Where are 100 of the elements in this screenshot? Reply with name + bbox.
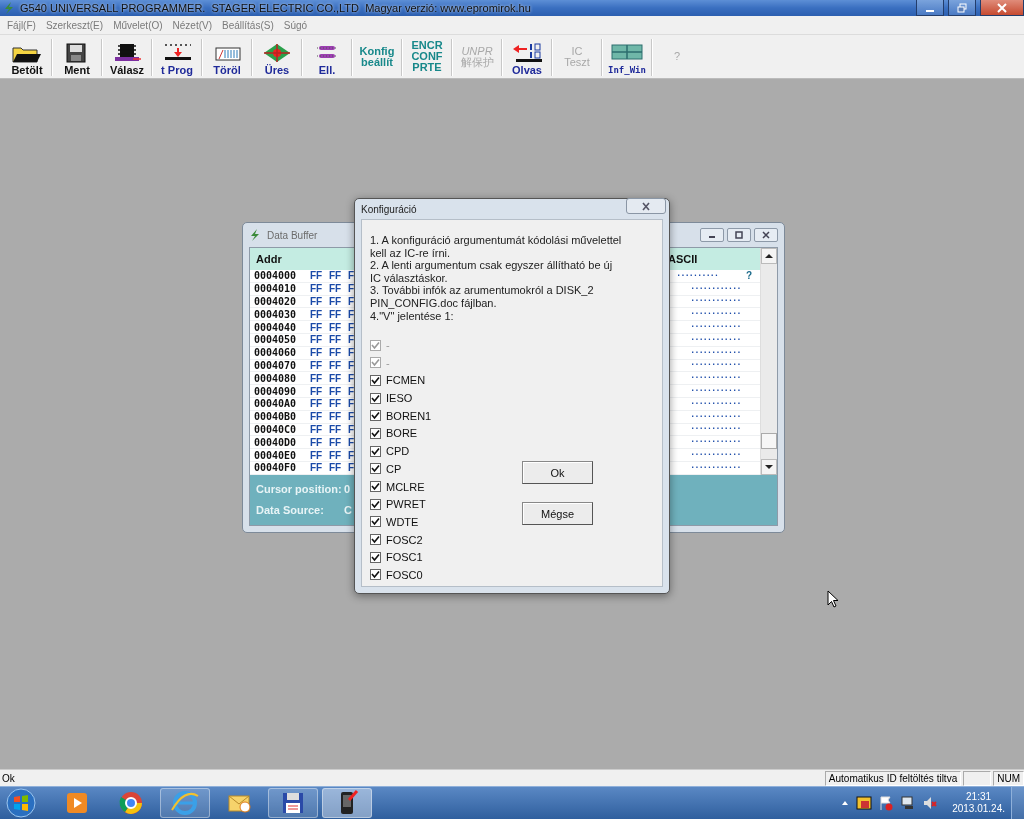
toolbar-button[interactable]: t Prog xyxy=(153,37,201,78)
dialog-button[interactable]: Ok xyxy=(522,461,593,485)
menu-item[interactable]: Nézet(V) xyxy=(167,19,218,31)
table-cell-text: FF xyxy=(310,462,324,474)
table-cell-text: F xyxy=(348,385,356,397)
checkbox[interactable] xyxy=(370,516,381,528)
table-cell-text: FF xyxy=(329,270,343,282)
table-cell-text: FF xyxy=(329,385,343,397)
checkbox[interactable] xyxy=(370,374,381,386)
toolbar-button[interactable]: Üres xyxy=(253,37,301,78)
table-cell-text: FF xyxy=(329,436,343,448)
table-cell-text: ............ xyxy=(690,371,742,382)
checkbox[interactable] xyxy=(370,498,381,510)
toolbar-button[interactable]: Ment xyxy=(53,37,101,78)
clock-time: 21:31 xyxy=(966,791,992,803)
checkbox-option[interactable]: MCLRE xyxy=(370,477,522,496)
table-cell-text: F xyxy=(348,347,356,359)
close-button[interactable] xyxy=(980,0,1024,16)
scrollbar[interactable] xyxy=(760,248,777,475)
toolbar-button[interactable]: Ell. xyxy=(303,37,351,78)
table-cell-text: 0004030 xyxy=(254,308,298,320)
start-button-icon[interactable] xyxy=(4,787,38,819)
table-cell-text: F xyxy=(348,321,356,333)
table-cell-text: F xyxy=(348,270,356,282)
table-cell-text: ............ xyxy=(690,320,742,331)
toolbar-button[interactable]: Töröl xyxy=(203,37,251,78)
checkbox[interactable] xyxy=(370,427,381,439)
checkbox[interactable] xyxy=(370,481,381,492)
table-cell-text: FF xyxy=(310,283,324,295)
checkbox-option[interactable]: FOSC0 xyxy=(370,566,522,584)
checkbox[interactable] xyxy=(370,410,381,422)
restore-button[interactable] xyxy=(948,0,976,16)
table-cell-text: FF xyxy=(329,372,343,384)
toolbar-button[interactable]: Olvas xyxy=(503,37,551,78)
menu-item[interactable]: Fájl(F) xyxy=(2,19,41,31)
taskbar-button[interactable] xyxy=(322,788,372,818)
taskbar-button[interactable] xyxy=(268,788,318,818)
checkbox[interactable] xyxy=(370,569,381,581)
dialog-button[interactable]: Mégse xyxy=(522,502,593,526)
menu-item[interactable]: Művelet(O) xyxy=(108,19,168,31)
table-cell-text: 00040C0 xyxy=(254,423,298,435)
table-cell-text: 0004050 xyxy=(254,334,298,346)
flag-alert-icon[interactable] xyxy=(878,795,895,811)
dialog-title: Konfiguráció xyxy=(361,203,417,215)
table-cell-text: 00040D0 xyxy=(254,436,298,448)
window-title: G540 UNIVERSALL PROGRAMMER. STAGER ELECTRIC CO.,LTD Magyar verzió: www.epromirok.hu xyxy=(20,2,531,14)
toolbar-button[interactable]: Válasz xyxy=(103,37,151,78)
checkbox-option[interactable]: CPD xyxy=(370,442,522,460)
maximize-button[interactable] xyxy=(727,228,751,242)
table-cell-text: FF xyxy=(310,449,324,461)
table-cell-text: F xyxy=(348,462,356,474)
minimize-icon xyxy=(926,9,934,12)
column-header: Addr xyxy=(256,253,282,265)
table-cell-text: FF xyxy=(329,449,343,461)
close-icon xyxy=(761,231,771,239)
menu-item[interactable]: Beállítás(S) xyxy=(217,19,279,31)
table-cell-text: F xyxy=(348,372,356,384)
table-cell-text: FF xyxy=(310,398,324,410)
table-cell-text: 00040B0 xyxy=(254,411,298,423)
table-cell-text: F xyxy=(348,334,356,346)
checkbox-option[interactable]: BOREN1 xyxy=(370,406,522,425)
toolbar-button[interactable]: Inf_Win xyxy=(603,37,651,78)
close-button[interactable] xyxy=(754,228,778,242)
minimize-button[interactable] xyxy=(916,0,944,16)
checkbox[interactable] xyxy=(370,534,381,546)
checkbox-option[interactable]: PWRET xyxy=(370,495,522,514)
table-cell-text: ............ xyxy=(690,358,742,369)
table-cell-text: 0004060 xyxy=(254,347,298,359)
checkbox-option[interactable]: FOSC2 xyxy=(370,530,522,549)
table-cell-text: ............ xyxy=(690,435,742,446)
volume-muted-icon[interactable] xyxy=(922,795,939,811)
checkbox[interactable] xyxy=(370,551,381,563)
toolbar-button[interactable]: Konfig beállít xyxy=(353,37,401,78)
menu-item[interactable]: Szerkeszt(E) xyxy=(40,19,109,31)
toolbar-button[interactable]: ENCR CONF PRTE xyxy=(403,37,451,78)
table-cell-text: FF xyxy=(329,398,343,410)
checkbox-option[interactable]: BORE xyxy=(370,424,522,443)
checkbox[interactable] xyxy=(370,463,381,475)
menu-item[interactable]: Súgó xyxy=(278,19,313,31)
toolbar-button[interactable]: Betölt xyxy=(3,37,51,78)
table-cell-text: FF xyxy=(310,270,324,282)
checkbox-option[interactable]: FOSC1 xyxy=(370,548,522,567)
table-cell-text: F xyxy=(348,283,356,295)
status-text: Ok xyxy=(1,772,15,784)
table-cell-text: FF xyxy=(329,423,343,435)
checkbox-option[interactable]: IESO xyxy=(370,389,522,407)
table-cell-text: F xyxy=(348,308,356,320)
checkbox-option[interactable]: WDTE xyxy=(370,513,522,531)
close-button[interactable] xyxy=(626,198,666,214)
tray-app-icon[interactable] xyxy=(856,795,873,811)
minimize-button[interactable] xyxy=(700,228,724,242)
checkbox[interactable] xyxy=(370,445,381,457)
checkbox[interactable] xyxy=(370,392,381,404)
clock[interactable]: 21:31 2013.01.24. xyxy=(952,791,1005,815)
table-cell-text: ............ xyxy=(690,281,742,292)
scroll-thumb[interactable] xyxy=(761,432,777,449)
status-pane: NUM xyxy=(993,770,1024,786)
checkbox-option[interactable]: FCMEN xyxy=(370,371,522,390)
checkbox-option[interactable]: CP xyxy=(370,459,522,478)
info-label: Cursor position: xyxy=(256,483,343,496)
